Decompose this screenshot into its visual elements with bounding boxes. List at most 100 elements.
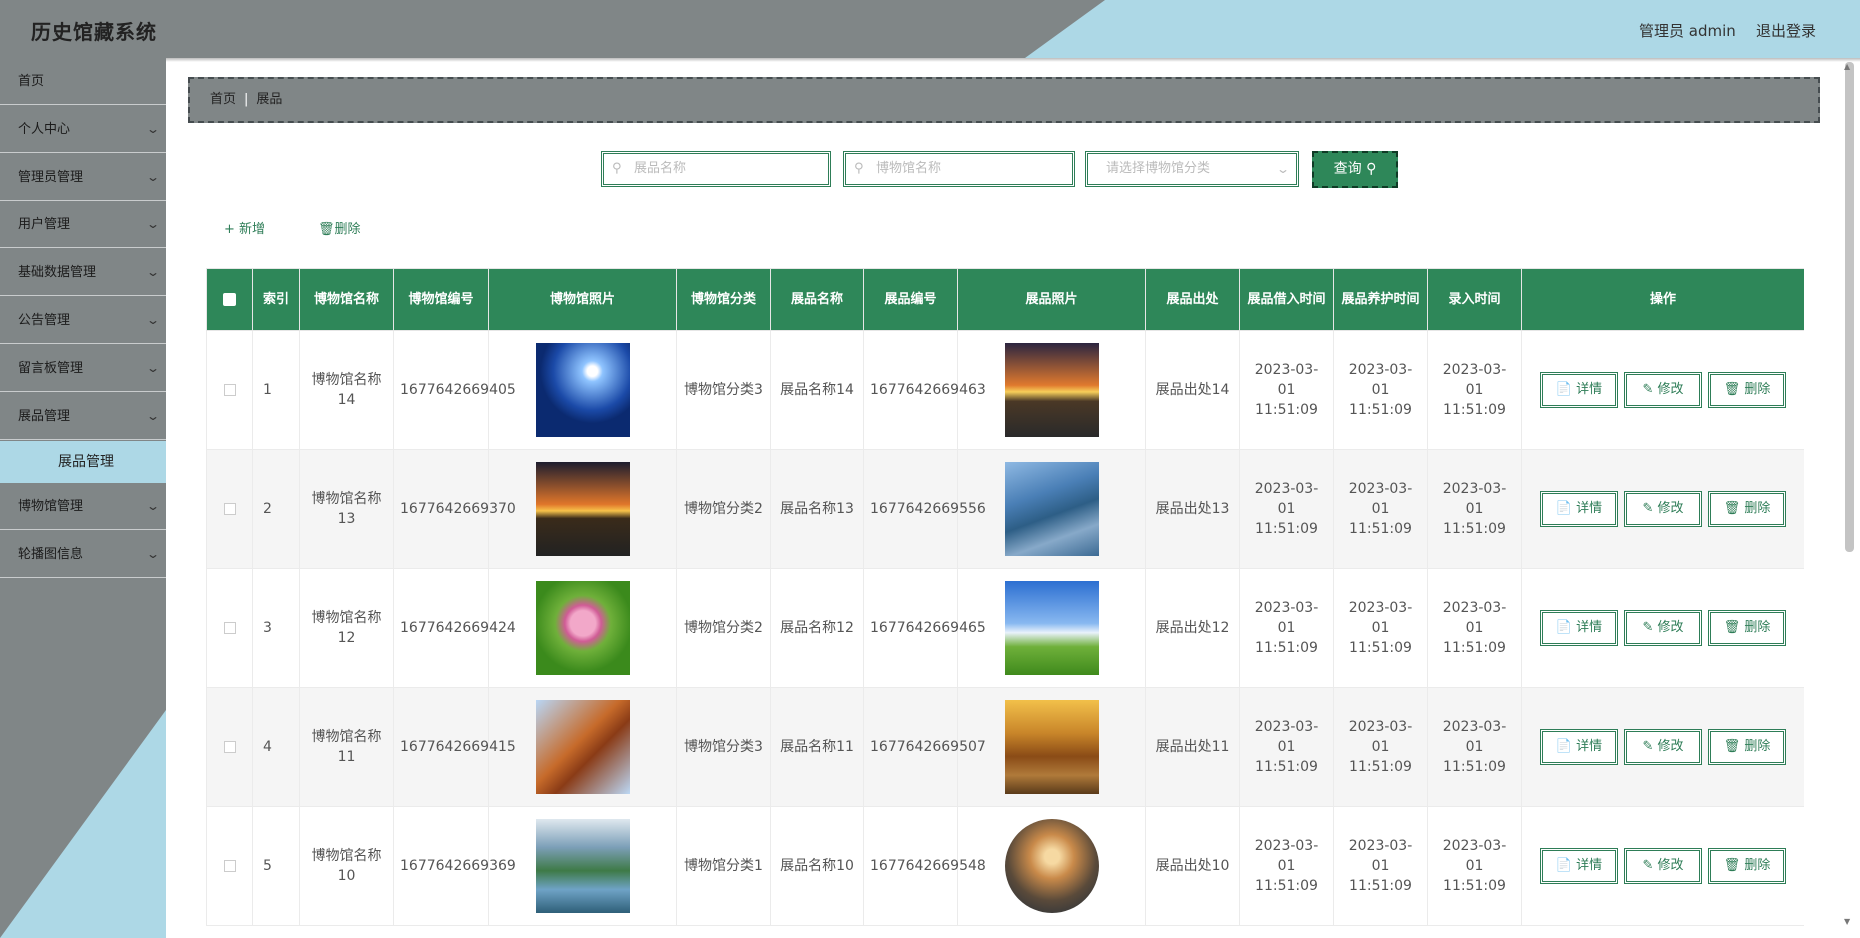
row-checkbox[interactable] bbox=[223, 503, 236, 515]
exhibit-number-cell: 1677642669465 bbox=[863, 568, 986, 688]
museum-category-select[interactable]: 请选择博物馆分类 ⌄ bbox=[1085, 151, 1299, 187]
checkbox-cell[interactable] bbox=[206, 687, 253, 807]
thumbnail-image[interactable] bbox=[1004, 462, 1099, 556]
pencil-icon: ✎ bbox=[1642, 382, 1654, 397]
sidebar-item-6[interactable]: 留言板管理 ⌄ bbox=[0, 345, 166, 392]
care-time-cell: 2023-03-01 11:51:09 bbox=[1333, 449, 1428, 569]
delete-button[interactable]: 🗑 删除 bbox=[1708, 372, 1786, 408]
column-header: 展品借入时间 bbox=[1239, 268, 1334, 331]
query-button[interactable]: 查询 ⚲ bbox=[1312, 151, 1398, 188]
museum-name-input[interactable]: ⚲ 博物馆名称 bbox=[843, 151, 1075, 187]
vertical-scrollbar[interactable] bbox=[1845, 62, 1854, 552]
scroll-up-arrow[interactable]: ▲ bbox=[1844, 62, 1850, 71]
detail-button[interactable]: 📄 详情 bbox=[1540, 729, 1618, 765]
borrow-time-cell: 2023-03-01 11:51:09 bbox=[1239, 687, 1334, 807]
row-checkbox[interactable] bbox=[223, 860, 236, 872]
chevron-down-icon: ⌄ bbox=[145, 313, 161, 327]
breadcrumb: 首页 | 展品 bbox=[188, 77, 1820, 123]
document-icon: 📄 bbox=[1555, 382, 1573, 397]
exhibit-source-cell: 展品出处12 bbox=[1145, 568, 1240, 688]
button-label: 修改 bbox=[1657, 501, 1684, 516]
detail-button[interactable]: 📄 详情 bbox=[1540, 848, 1618, 884]
app-title: 历史馆藏系统 bbox=[31, 20, 157, 44]
thumbnail-image[interactable] bbox=[535, 700, 630, 794]
edit-button[interactable]: ✎ 修改 bbox=[1624, 610, 1702, 646]
exhibit-name-input[interactable]: ⚲ 展品名称 bbox=[601, 151, 831, 187]
row-checkbox[interactable] bbox=[223, 622, 236, 634]
sidebar-subitem-exhibit-manage[interactable]: 展品管理 bbox=[0, 441, 166, 483]
exhibit-source-cell: 展品出处14 bbox=[1145, 330, 1240, 450]
index-cell: 4 bbox=[252, 687, 300, 807]
edit-button[interactable]: ✎ 修改 bbox=[1624, 372, 1702, 408]
breadcrumb-current: 展品 bbox=[256, 92, 283, 107]
delete-button[interactable]: 🗑 删除 bbox=[1708, 729, 1786, 765]
pencil-icon: ✎ bbox=[1642, 858, 1654, 873]
thumbnail-image[interactable] bbox=[1004, 581, 1099, 675]
edit-button[interactable]: ✎ 修改 bbox=[1624, 848, 1702, 884]
museum-number-cell: 1677642669370 bbox=[393, 449, 516, 569]
checkbox-cell[interactable] bbox=[206, 806, 253, 926]
sidebar-item-label: 管理员管理 bbox=[18, 170, 84, 185]
exhibit-number-cell: 1677642669548 bbox=[863, 806, 986, 926]
document-icon: 📄 bbox=[1555, 858, 1573, 873]
sidebar-item-5[interactable]: 公告管理 ⌄ bbox=[0, 297, 166, 344]
detail-button[interactable]: 📄 详情 bbox=[1540, 610, 1618, 646]
thumbnail-image[interactable] bbox=[1004, 343, 1099, 437]
row-checkbox[interactable] bbox=[223, 384, 236, 396]
sidebar-item-4[interactable]: 基础数据管理 ⌄ bbox=[0, 249, 166, 296]
select-all-checkbox[interactable] bbox=[206, 268, 253, 331]
scroll-down-arrow[interactable]: ▼ bbox=[1844, 917, 1850, 926]
operations-cell: 📄 详情 ✎ 修改 🗑 删除 bbox=[1521, 806, 1804, 926]
delete-button[interactable]: 🗑 删除 bbox=[1708, 848, 1786, 884]
chevron-down-icon: ⌄ bbox=[145, 122, 161, 136]
detail-button[interactable]: 📄 详情 bbox=[1540, 491, 1618, 527]
thumbnail-image[interactable] bbox=[1004, 700, 1099, 794]
museum-name-cell: 博物馆名称10 bbox=[299, 806, 394, 926]
sidebar-decoration bbox=[0, 710, 166, 938]
thumbnail-image[interactable] bbox=[535, 819, 630, 913]
checkbox-cell[interactable] bbox=[206, 568, 253, 688]
thumbnail-image[interactable] bbox=[535, 581, 630, 675]
sidebar-item-3[interactable]: 用户管理 ⌄ bbox=[0, 201, 166, 248]
thumbnail-image[interactable] bbox=[535, 462, 630, 556]
detail-button[interactable]: 📄 详情 bbox=[1540, 372, 1618, 408]
sidebar-item-after-0[interactable]: 博物馆管理 ⌄ bbox=[0, 483, 166, 530]
logout-link[interactable]: 退出登录 bbox=[1756, 20, 1816, 41]
sidebar-item-1[interactable]: 个人中心 ⌄ bbox=[0, 106, 166, 153]
museum-photo-cell bbox=[488, 330, 677, 450]
sidebar-item-after-1[interactable]: 轮播图信息 ⌄ bbox=[0, 531, 166, 578]
delete-button[interactable]: 🗑 删除 bbox=[1708, 491, 1786, 527]
checkbox-cell[interactable] bbox=[206, 330, 253, 450]
row-checkbox[interactable] bbox=[223, 741, 236, 753]
add-button[interactable]: + 新增 bbox=[224, 218, 265, 237]
museum-number-cell: 1677642669415 bbox=[393, 687, 516, 807]
edit-button[interactable]: ✎ 修改 bbox=[1624, 491, 1702, 527]
table-header-row: 索引 博物馆名称 博物馆编号 博物馆照片 博物馆分类 展品名称 展品编号 展品照片 展品出处 展品… bbox=[206, 268, 1804, 331]
thumbnail-image[interactable] bbox=[1004, 819, 1099, 913]
exhibit-name-cell: 展品名称10 bbox=[770, 806, 864, 926]
index-cell: 1 bbox=[252, 330, 300, 450]
sidebar-item-2[interactable]: 管理员管理 ⌄ bbox=[0, 154, 166, 201]
edit-button[interactable]: ✎ 修改 bbox=[1624, 729, 1702, 765]
index-cell: 3 bbox=[252, 568, 300, 688]
breadcrumb-home[interactable]: 首页 bbox=[210, 92, 236, 107]
sidebar-item-0[interactable]: 首页 bbox=[0, 58, 166, 105]
exhibit-name-cell: 展品名称14 bbox=[770, 330, 864, 450]
thumbnail-image[interactable] bbox=[535, 343, 630, 437]
chevron-down-icon: ⌄ bbox=[145, 217, 161, 231]
trash-icon: 🗑 bbox=[1723, 858, 1741, 873]
batch-delete-button[interactable]: 🗑删除 bbox=[318, 218, 361, 237]
checkbox-cell[interactable] bbox=[206, 449, 253, 569]
column-header: 操作 bbox=[1521, 268, 1804, 331]
museum-photo-cell bbox=[488, 568, 677, 688]
museum-number-cell: 1677642669424 bbox=[393, 568, 516, 688]
operations-cell: 📄 详情 ✎ 修改 🗑 删除 bbox=[1521, 330, 1804, 450]
museum-category-cell: 博物馆分类2 bbox=[676, 568, 771, 688]
button-label: 修改 bbox=[1657, 382, 1684, 397]
column-header: 录入时间 bbox=[1427, 268, 1522, 331]
column-header: 博物馆分类 bbox=[676, 268, 771, 331]
sidebar-item-7[interactable]: 展品管理 ⌄ bbox=[0, 393, 166, 440]
delete-button[interactable]: 🗑 删除 bbox=[1708, 610, 1786, 646]
entry-time-cell: 2023-03-01 11:51:09 bbox=[1427, 330, 1522, 450]
delete-label: 删除 bbox=[334, 222, 361, 237]
